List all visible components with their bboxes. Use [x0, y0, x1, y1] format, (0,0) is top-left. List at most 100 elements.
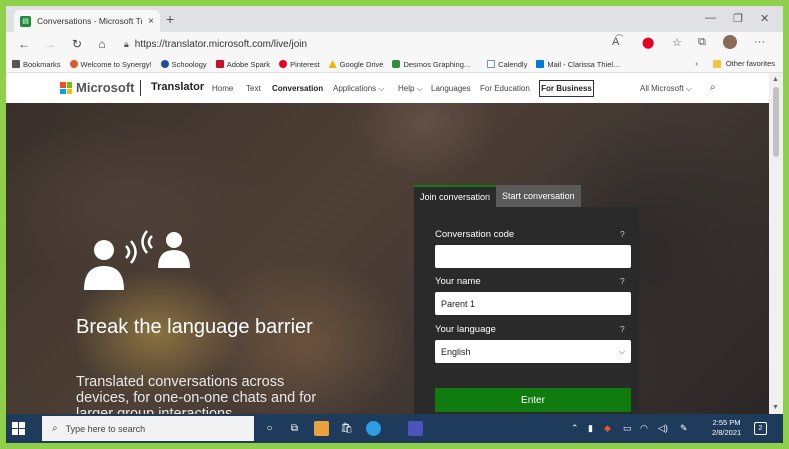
pinterest-extension-icon[interactable]: ⬤: [642, 36, 654, 49]
notifications-icon[interactable]: 2: [754, 422, 767, 435]
refresh-icon[interactable]: ↻: [67, 37, 87, 51]
bookmark-item[interactable]: Adobe Spark: [215, 60, 270, 69]
enter-button[interactable]: Enter: [435, 388, 631, 412]
url-field[interactable]: 🔒︎ https://translator.microsoft.com/live…: [124, 35, 664, 53]
clock-date: 2/8/2021: [712, 428, 742, 437]
close-window-icon[interactable]: ✕: [760, 12, 769, 25]
nav-home[interactable]: Home: [212, 84, 233, 93]
bookmark-item[interactable]: Schoology: [160, 60, 207, 69]
synergy-icon: [69, 60, 78, 68]
taskbar-clock[interactable]: 2:55 PM 2/8/2021: [712, 418, 741, 438]
favorites-icon[interactable]: ☆: [672, 36, 682, 49]
nav-conversation[interactable]: Conversation: [272, 84, 323, 93]
bookmarks-bar: Bookmarks Welcome to Synergy! Schoology …: [6, 56, 783, 73]
windows-start-icon[interactable]: [12, 422, 25, 435]
bookmark-item[interactable]: Welcome to Synergy!: [69, 60, 152, 69]
nav-help[interactable]: Help ⌵: [398, 84, 423, 94]
bookmark-item[interactable]: Pinterest: [279, 60, 320, 69]
pinterest-icon: [279, 60, 288, 68]
taskbar-search[interactable]: ⌕ Type here to search: [42, 416, 254, 441]
forward-icon[interactable]: →: [40, 37, 60, 51]
site-search-icon[interactable]: ⌕: [710, 82, 716, 93]
for-business-button[interactable]: For Business: [539, 80, 594, 97]
bookmark-item[interactable]: Mail - Clarissa Thiel...: [536, 60, 619, 69]
scroll-thumb[interactable]: [773, 87, 779, 157]
bookmark-item[interactable]: Google Drive: [328, 60, 383, 69]
tab-close-icon[interactable]: ×: [148, 16, 154, 27]
nav-text[interactable]: Text: [246, 84, 261, 93]
adobe-spark-icon: [215, 60, 224, 68]
translator-brand[interactable]: Translator: [151, 81, 204, 93]
browser-tab[interactable]: ▤ Conversations - Microsoft Transl ×: [14, 10, 160, 32]
conversation-code-label: Conversation code: [435, 229, 515, 240]
your-language-help-icon[interactable]: ?: [620, 324, 625, 334]
microsoft-logo-icon: [60, 82, 72, 94]
your-language-select[interactable]: English ⌵: [435, 340, 631, 363]
bookmark-item[interactable]: Bookmarks: [12, 60, 61, 69]
wifi-icon[interactable]: ◠: [640, 423, 648, 434]
home-icon[interactable]: ⌂: [92, 37, 112, 51]
volume-icon[interactable]: ◁): [658, 423, 668, 434]
scroll-up-icon[interactable]: ▲: [772, 76, 779, 83]
google-drive-icon: [328, 60, 337, 68]
lock-icon: 🔒︎: [124, 38, 129, 49]
your-name-input[interactable]: Parent 1: [435, 292, 631, 315]
bookmark-item[interactable]: Desmos Graphing...: [392, 60, 470, 69]
restore-icon[interactable]: ❐: [733, 12, 743, 25]
hero-subtitle: Translated conversations across devices,…: [76, 374, 317, 414]
join-conversation-panel: Conversation code ? Your name ? Parent 1…: [414, 207, 639, 414]
folder-icon: [712, 59, 721, 68]
edge-icon[interactable]: [366, 421, 381, 436]
translator-favicon-icon: ▤: [20, 15, 31, 27]
bookmarks-folder-icon: [12, 60, 20, 68]
other-favorites[interactable]: › Other favorites: [695, 59, 775, 68]
battery-icon[interactable]: ▭: [623, 423, 632, 434]
nav-languages[interactable]: Languages: [431, 84, 471, 93]
cortana-icon[interactable]: ○: [262, 421, 277, 436]
microsoft-brand[interactable]: Microsoft: [76, 80, 135, 95]
url-text: https://translator.microsoft.com/live/jo…: [134, 38, 308, 50]
all-microsoft-menu[interactable]: All Microsoft ⌵: [640, 84, 692, 94]
scroll-down-icon[interactable]: ▼: [772, 404, 779, 411]
tray-app-icon[interactable]: ▮: [588, 423, 593, 434]
teams-icon[interactable]: [408, 421, 423, 436]
search-icon: ⌕: [52, 423, 58, 434]
store-icon[interactable]: 🛍︎: [339, 421, 354, 436]
schoology-icon: [160, 60, 169, 68]
your-name-label: Your name: [435, 276, 481, 287]
nav-for-education[interactable]: For Education: [480, 84, 530, 93]
tab-join-conversation[interactable]: Join conversation: [414, 185, 497, 207]
conversation-code-input[interactable]: [435, 245, 631, 268]
page-scrollbar[interactable]: ▲ ▼: [769, 73, 783, 414]
site-header: Microsoft Translator Home Text Conversat…: [6, 73, 769, 103]
tab-start-conversation[interactable]: Start conversation: [496, 185, 581, 207]
collections-icon[interactable]: ⧉: [698, 36, 706, 49]
taskbar-search-placeholder: Type here to search: [65, 423, 146, 434]
read-aloud-icon[interactable]: A͡: [612, 36, 619, 48]
minimize-icon[interactable]: —: [705, 12, 716, 24]
chevron-right-icon[interactable]: ›: [695, 59, 698, 68]
address-bar: ← → ↻ ⌂ 🔒︎ https://translator.microsoft.…: [6, 32, 783, 56]
more-options-icon[interactable]: ···: [754, 36, 765, 48]
hero-title: Break the language barrier: [76, 316, 313, 338]
screen: ▤ Conversations - Microsoft Transl × + —…: [6, 6, 783, 443]
nav-applications[interactable]: Applications ⌵: [333, 84, 384, 94]
conversation-code-help-icon[interactable]: ?: [620, 229, 625, 239]
profile-avatar[interactable]: [723, 35, 737, 49]
task-view-icon[interactable]: ⧉: [287, 421, 302, 436]
conversation-people-icon: [84, 230, 190, 290]
back-icon[interactable]: ←: [14, 37, 34, 51]
tab-title: Conversations - Microsoft Transl: [37, 16, 142, 26]
file-explorer-icon[interactable]: [314, 421, 329, 436]
clock-time: 2:55 PM: [712, 418, 741, 427]
outlook-mail-icon: [536, 60, 545, 68]
your-name-help-icon[interactable]: ?: [620, 276, 625, 286]
your-language-label: Your language: [435, 324, 496, 335]
chevron-down-icon: ⌵: [618, 346, 625, 356]
new-tab-button[interactable]: +: [166, 11, 174, 27]
tray-app-icon-2[interactable]: ◆: [604, 423, 611, 434]
conversation-tabs: Join conversation Start conversation: [414, 185, 581, 207]
pen-icon[interactable]: ✎: [680, 423, 688, 434]
bookmark-item[interactable]: Calendly: [487, 60, 527, 69]
tray-chevron-icon[interactable]: ⌃: [571, 423, 579, 434]
